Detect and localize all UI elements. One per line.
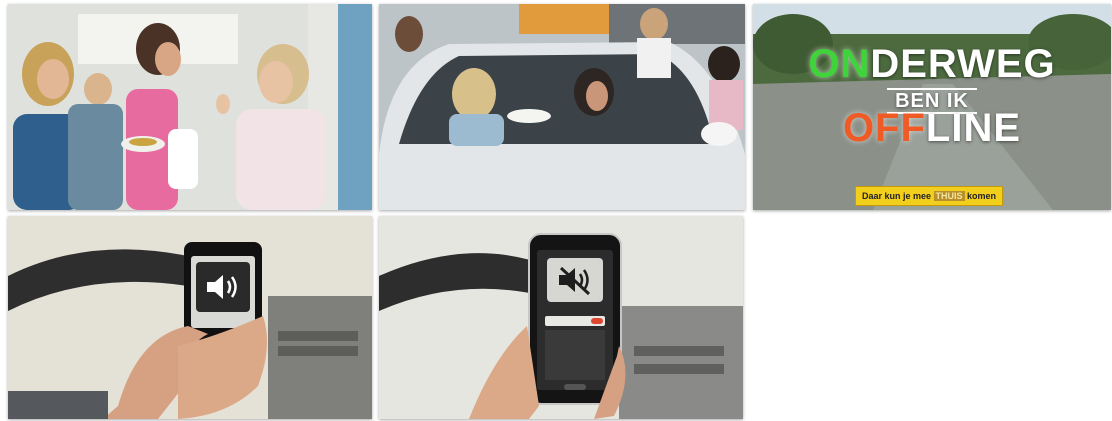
campaign-banner: ONDERWEG BEN IK OFFLINE Daar kun je mee … xyxy=(753,4,1111,210)
photo-kitchen-women xyxy=(8,4,372,210)
banner-title-onderweg: ONDERWEG xyxy=(808,42,1056,86)
banner-title-offline: OFFLINE xyxy=(842,106,1022,150)
speaker-on-icon xyxy=(207,275,237,299)
photo-car-eating xyxy=(379,4,745,210)
speaker-muted-icon xyxy=(559,266,591,296)
photo-phone-sound-on xyxy=(8,216,372,419)
banner-slogan: Daar kun je mee THUIS komen xyxy=(855,186,1003,206)
photo-phone-sound-off xyxy=(379,216,743,419)
